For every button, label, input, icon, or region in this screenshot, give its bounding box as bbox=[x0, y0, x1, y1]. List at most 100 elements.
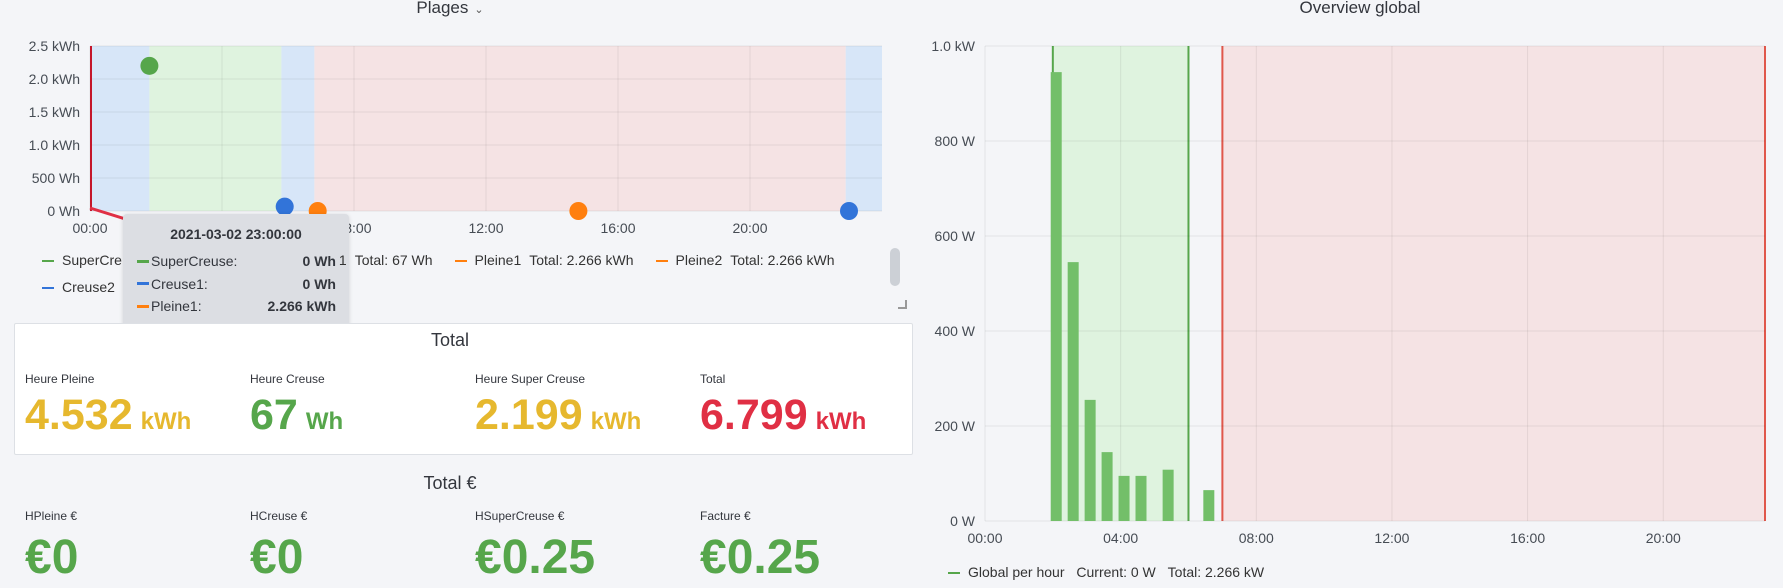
tooltip-row: Creuse1: 0 Wh bbox=[123, 273, 349, 296]
tooltip-series-name: Creuse1: bbox=[151, 275, 208, 292]
stat-value: €0.25 bbox=[700, 534, 820, 582]
euro-stat: HPleine € €0 bbox=[25, 509, 78, 582]
stat-label: Total bbox=[700, 372, 726, 386]
bar bbox=[1135, 475, 1147, 521]
range-band bbox=[281, 46, 315, 211]
stat-value: €0 bbox=[250, 534, 307, 582]
legend-item[interactable]: Pleine2 Total: 2.266 kWh bbox=[655, 252, 835, 268]
stat-label: Heure Super Creuse bbox=[475, 372, 586, 386]
stat-label: HSuperCreuse € bbox=[475, 509, 565, 523]
x-tick-label: 08:00 bbox=[1239, 530, 1274, 546]
y-tick-label: 200 W bbox=[935, 418, 976, 434]
bar bbox=[1067, 262, 1079, 521]
x-tick-label: 16:00 bbox=[600, 220, 635, 236]
tooltip-title: 2021-03-02 23:00:00 bbox=[170, 226, 302, 242]
stat-label: Heure Creuse bbox=[250, 372, 325, 386]
legend-series-name[interactable]: SuperCre bbox=[62, 252, 122, 268]
legend-total: Total: 2.266 kWh bbox=[730, 252, 835, 268]
y-tick-label: 2.5 kWh bbox=[29, 38, 80, 54]
legend-item[interactable]: Creuse2 bbox=[42, 279, 115, 295]
legend-item[interactable]: 1 Total: 67 Wh bbox=[339, 252, 433, 268]
y-tick-label: 1.0 kW bbox=[931, 38, 975, 54]
stat-value: €0.25 bbox=[475, 534, 595, 582]
time-region bbox=[1222, 46, 1765, 521]
plages-panel-title[interactable]: Plages ⌄ bbox=[400, 0, 500, 18]
legend-current: Current: 0 W bbox=[1076, 564, 1156, 580]
stat-number: 67 bbox=[250, 391, 298, 439]
total-stat: Heure Super Creuse 2.199 kWh bbox=[475, 372, 641, 437]
bar bbox=[1050, 72, 1062, 521]
y-tick-label: 0 W bbox=[950, 513, 976, 529]
legend-swatch bbox=[454, 260, 467, 263]
euro-section-title: Total € bbox=[423, 473, 477, 493]
stat-unit: kWh bbox=[590, 408, 642, 435]
stat-value: 6.799 kWh bbox=[700, 394, 866, 437]
chevron-down-icon[interactable]: ⌄ bbox=[474, 4, 483, 16]
legend-series-name[interactable]: Pleine1 bbox=[475, 252, 522, 268]
stat-label: Facture € bbox=[700, 509, 751, 523]
x-tick-label: 00:00 bbox=[967, 530, 1002, 546]
legend-swatch bbox=[948, 572, 960, 575]
range-band bbox=[845, 46, 882, 211]
y-tick-label: 0 Wh bbox=[47, 203, 80, 219]
stat-unit: kWh bbox=[815, 408, 867, 435]
data-point bbox=[275, 197, 294, 216]
stat-label: HPleine € bbox=[25, 509, 78, 523]
legend-swatch bbox=[42, 260, 54, 263]
legend-series-name[interactable]: Global per hour bbox=[968, 564, 1065, 580]
legend-series-name[interactable]: Creuse2 bbox=[62, 279, 115, 295]
legend-scrollbar[interactable] bbox=[890, 248, 900, 286]
y-tick-label: 400 W bbox=[935, 323, 976, 339]
stat-value: 4.532 kWh bbox=[25, 394, 191, 437]
stat-number: €0.25 bbox=[475, 531, 596, 584]
stat-unit: Wh bbox=[305, 408, 344, 435]
tooltip-row: Pleine1: 2.266 kWh bbox=[123, 295, 349, 318]
bar bbox=[1118, 475, 1130, 521]
bar bbox=[1203, 490, 1215, 521]
resize-handle[interactable] bbox=[898, 300, 907, 309]
tooltip-series-name: Pleine1: bbox=[151, 298, 202, 315]
stat-value: 67 Wh bbox=[250, 394, 343, 437]
overview-legend: Global per hour Current: 0 W Total: 2.26… bbox=[948, 564, 1264, 580]
stat-label: HCreuse € bbox=[250, 509, 308, 523]
legend-item[interactable]: SuperCre bbox=[42, 252, 122, 268]
plages-legend: SuperCre 1 Total: 67 Wh Pleine1 Total: 2.266… bbox=[42, 252, 857, 268]
stat-number: €0 bbox=[250, 531, 304, 584]
legend-total: Total: 67 Wh bbox=[354, 252, 433, 268]
bar bbox=[1162, 469, 1174, 521]
range-band bbox=[314, 46, 846, 211]
plages-title-text: Plages bbox=[416, 0, 469, 17]
bar bbox=[1101, 452, 1113, 521]
bar bbox=[1084, 399, 1096, 521]
y-tick-label: 500 Wh bbox=[32, 170, 80, 186]
range-band bbox=[90, 46, 150, 211]
tooltip-swatch bbox=[137, 282, 149, 286]
stat-number: 4.532 bbox=[25, 391, 133, 439]
legend-swatch bbox=[42, 287, 54, 290]
stat-label: Heure Pleine bbox=[25, 372, 95, 386]
tooltip-label: Creuse1: bbox=[137, 276, 208, 292]
stat-value: 2.199 kWh bbox=[475, 394, 641, 437]
data-point bbox=[840, 202, 858, 220]
legend-item[interactable]: Pleine1 Total: 2.266 kWh bbox=[454, 252, 634, 268]
euro-stat: HCreuse € €0 bbox=[250, 509, 307, 582]
total-stat: Heure Creuse 67 Wh bbox=[250, 372, 343, 437]
x-tick-label: 12:00 bbox=[1374, 530, 1409, 546]
plages-legend-row2: Creuse2 bbox=[42, 279, 137, 295]
stat-number: 2.199 bbox=[475, 391, 583, 439]
legend-series-name[interactable]: 1 bbox=[339, 252, 347, 268]
y-tick-label: 2.0 kWh bbox=[29, 71, 80, 87]
x-tick-label: 00:00 bbox=[72, 220, 107, 236]
stat-number: €0 bbox=[25, 531, 79, 584]
legend-series-name[interactable]: Pleine2 bbox=[676, 252, 723, 268]
overview-chart[interactable]: 0 W 200 W 400 W 600 W 800 W 1.0 kW 00:00 04:00 0… bbox=[910, 30, 1783, 575]
stat-value: €0 bbox=[25, 534, 78, 582]
x-tick-label: 16:00 bbox=[1510, 530, 1545, 546]
x-tick-label: 04:00 bbox=[1103, 530, 1138, 546]
y-tick-label: 600 W bbox=[935, 228, 976, 244]
x-tick-label: 20:00 bbox=[1646, 530, 1681, 546]
overview-panel-title[interactable]: Overview global bbox=[1260, 0, 1460, 18]
total-stat: Heure Pleine 4.532 kWh bbox=[25, 372, 191, 437]
data-point bbox=[569, 202, 588, 220]
data-point bbox=[140, 56, 159, 75]
